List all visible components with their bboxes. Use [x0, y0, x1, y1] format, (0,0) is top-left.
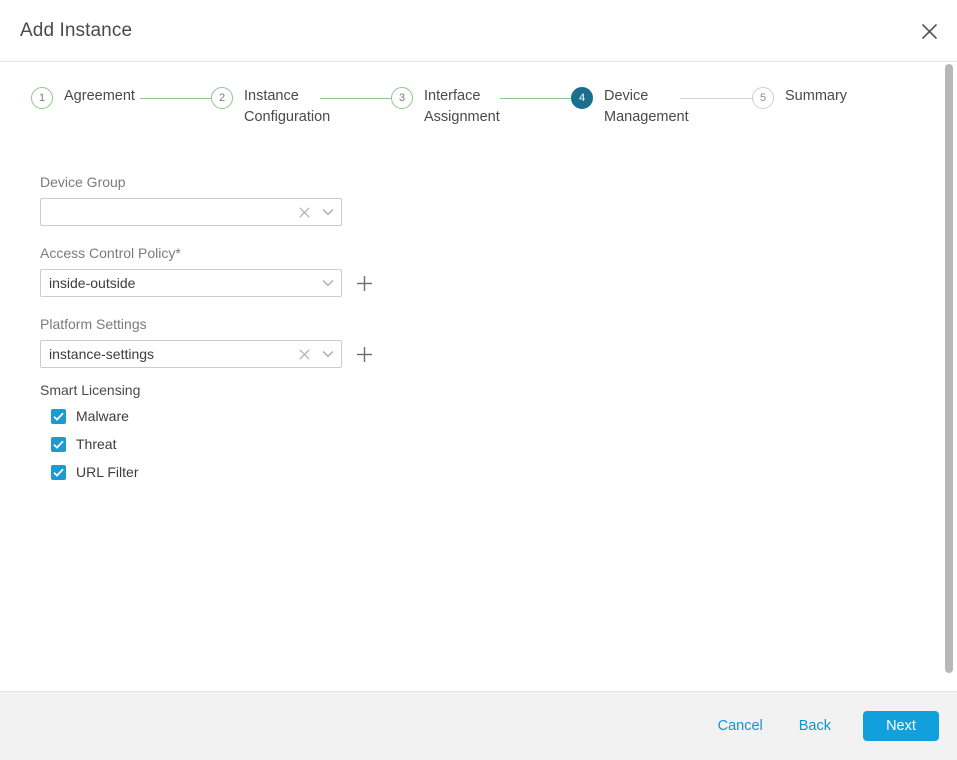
checkbox-url-filter[interactable]	[51, 465, 66, 480]
step-item-interface-assignment[interactable]: 3 Interface Assignment	[391, 86, 500, 128]
chevron-down-icon[interactable]	[315, 341, 341, 367]
device-group-row	[40, 198, 460, 226]
content-panel: 1 Agreement 2 Instance Configuration 3 I…	[0, 62, 943, 691]
checkbox-label-malware: Malware	[76, 408, 129, 425]
device-management-form: Device Group	[40, 174, 460, 492]
access-control-policy-select[interactable]: inside-outside	[40, 269, 342, 297]
checkbox-row-threat[interactable]: Threat	[40, 436, 460, 453]
step-circle-1: 1	[31, 87, 53, 109]
wizard-stepper: 1 Agreement 2 Instance Configuration 3 I…	[0, 86, 942, 156]
step-label-5: Summary	[785, 86, 847, 107]
add-instance-dialog: Add Instance 1 Agreement 2	[0, 0, 957, 760]
next-button[interactable]: Next	[863, 711, 939, 741]
access-control-policy-value: inside-outside	[41, 270, 315, 296]
checkbox-row-url-filter[interactable]: URL Filter	[40, 464, 460, 481]
checkbox-row-malware[interactable]: Malware	[40, 408, 460, 425]
step-connector-3-4	[500, 98, 572, 99]
step-connector-2-3	[320, 98, 392, 99]
clear-icon[interactable]	[293, 199, 315, 225]
step-circle-3: 3	[391, 87, 413, 109]
platform-settings-label: Platform Settings	[40, 316, 460, 333]
chevron-down-icon[interactable]	[315, 270, 341, 296]
checkbox-threat[interactable]	[51, 437, 66, 452]
step-circle-2: 2	[211, 87, 233, 109]
access-control-policy-row: inside-outside	[40, 269, 460, 297]
add-access-control-policy-button[interactable]	[354, 273, 374, 293]
step-label-3: Interface Assignment	[424, 86, 500, 128]
platform-settings-row: instance-settings	[40, 340, 460, 368]
vertical-scrollbar[interactable]	[942, 62, 957, 691]
smart-licensing-label: Smart Licensing	[40, 382, 460, 399]
add-platform-settings-button[interactable]	[354, 344, 374, 364]
back-button[interactable]: Back	[781, 712, 849, 740]
step-label-1: Agreement	[64, 86, 135, 107]
step-item-device-management[interactable]: 4 Device Management	[571, 86, 689, 128]
step-item-instance-configuration[interactable]: 2 Instance Configuration	[211, 86, 330, 128]
step-connector-1-2	[140, 98, 212, 99]
step-item-summary[interactable]: 5 Summary	[752, 86, 847, 109]
checkbox-label-url-filter: URL Filter	[76, 464, 139, 481]
dialog-body: 1 Agreement 2 Instance Configuration 3 I…	[0, 62, 957, 691]
checkbox-malware[interactable]	[51, 409, 66, 424]
dialog-footer: Cancel Back Next	[0, 691, 957, 760]
chevron-down-icon[interactable]	[315, 199, 341, 225]
step-circle-4: 4	[571, 87, 593, 109]
step-circle-5: 5	[752, 87, 774, 109]
platform-settings-value: instance-settings	[41, 341, 293, 367]
device-group-label: Device Group	[40, 174, 460, 191]
step-item-agreement[interactable]: 1 Agreement	[31, 86, 135, 109]
scrollbar-thumb[interactable]	[945, 64, 953, 673]
step-connector-4-5	[680, 98, 752, 99]
device-group-select[interactable]	[40, 198, 342, 226]
dialog-header: Add Instance	[0, 0, 957, 62]
page-title: Add Instance	[20, 20, 132, 42]
step-label-4: Device Management	[604, 86, 689, 128]
footer-actions: Cancel Back Next	[700, 692, 939, 760]
cancel-button[interactable]: Cancel	[700, 712, 781, 740]
access-control-policy-label: Access Control Policy*	[40, 245, 460, 262]
clear-icon[interactable]	[293, 341, 315, 367]
platform-settings-select[interactable]: instance-settings	[40, 340, 342, 368]
checkbox-label-threat: Threat	[76, 436, 116, 453]
step-label-2: Instance Configuration	[244, 86, 330, 128]
close-icon[interactable]	[915, 17, 943, 45]
